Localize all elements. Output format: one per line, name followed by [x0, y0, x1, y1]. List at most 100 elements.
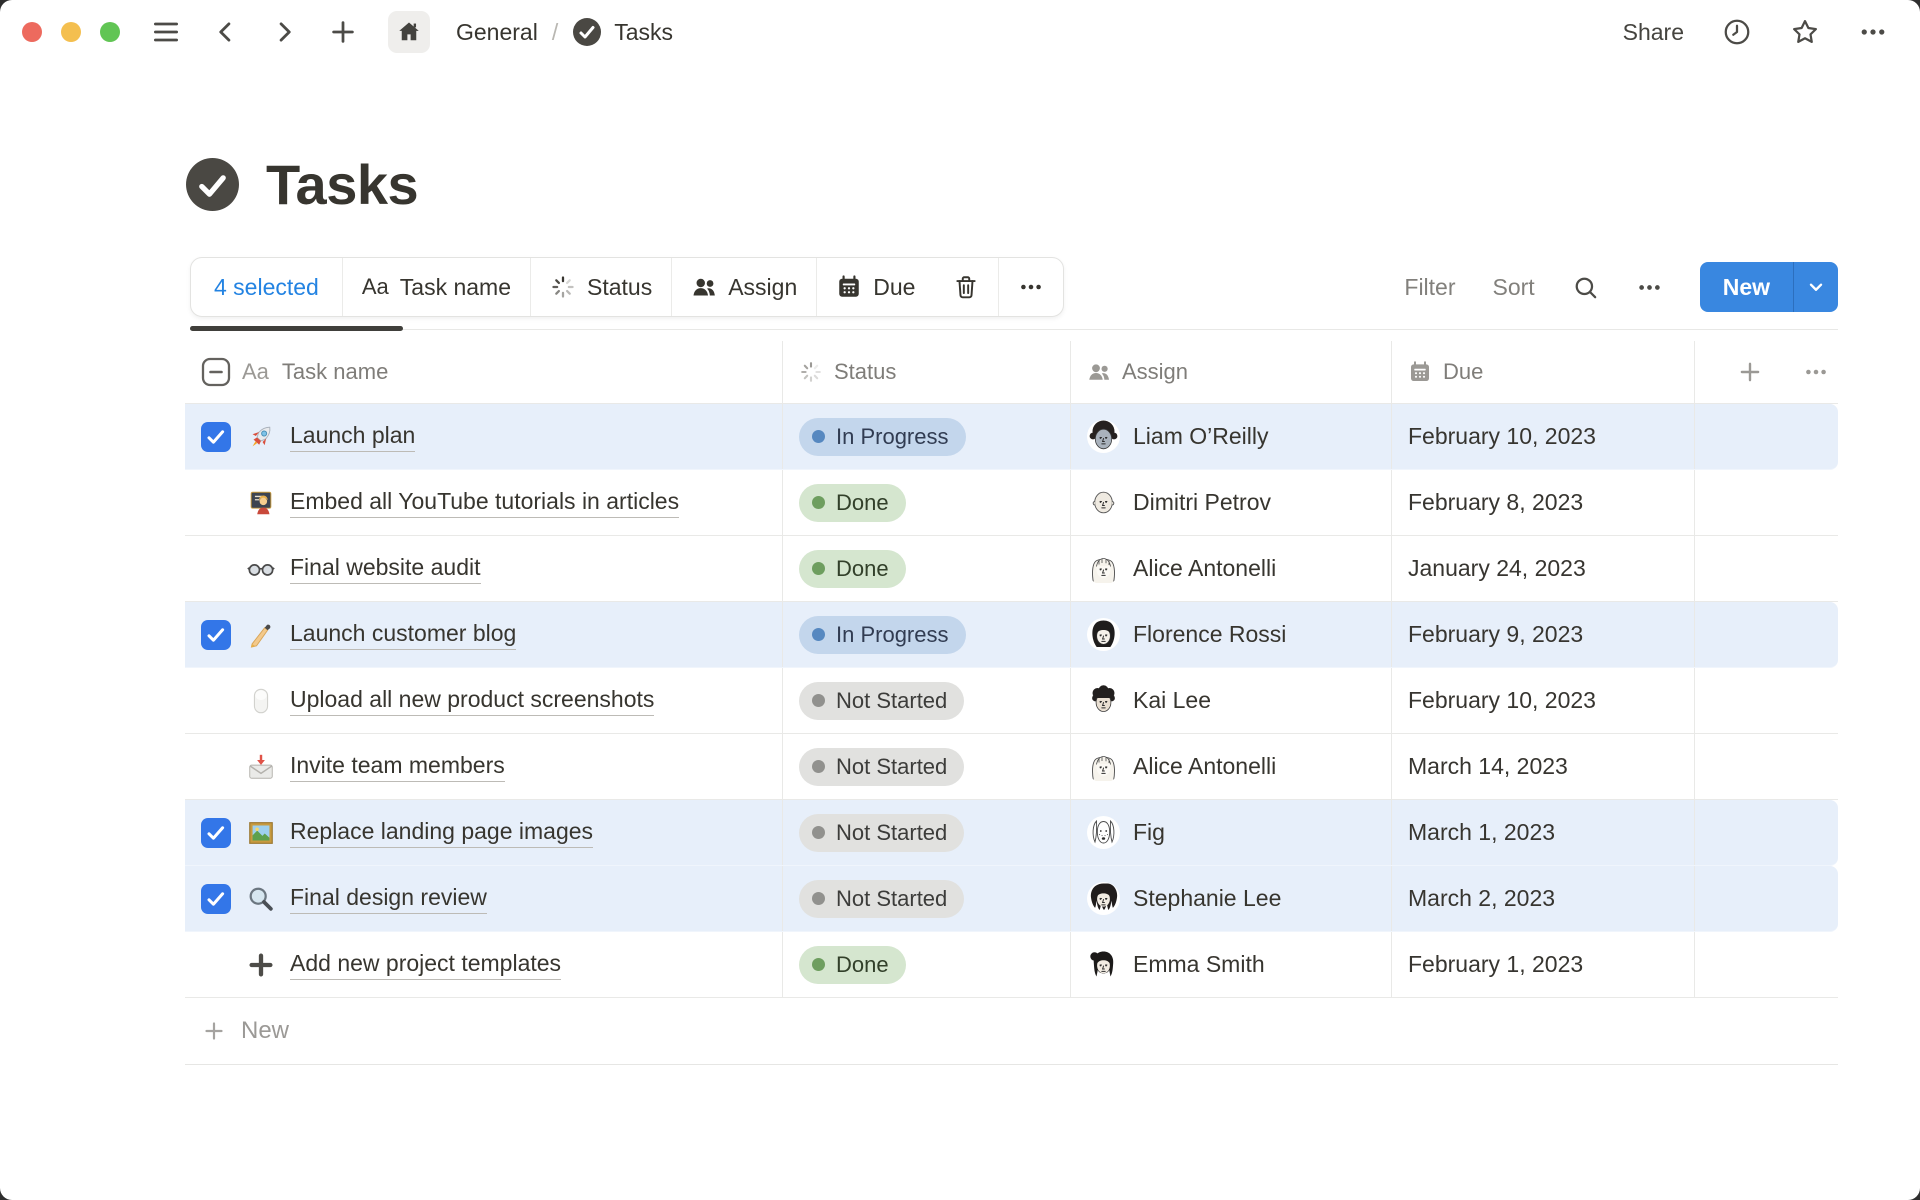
table-row[interactable]: Final website audit Done Alice AntonelliJa… [185, 536, 1838, 602]
table-row[interactable]: Upload all new product screenshots Not St… [185, 668, 1838, 734]
status-badge[interactable]: Not Started [799, 880, 964, 918]
toolbar-field-due[interactable]: Due [817, 258, 934, 316]
chevron-down-icon[interactable] [1793, 262, 1838, 312]
forward-icon[interactable] [270, 18, 298, 46]
row-checkbox[interactable] [201, 818, 231, 848]
column-header-due[interactable]: Due [1392, 341, 1695, 403]
clock-icon[interactable] [1722, 17, 1752, 47]
search-icon[interactable] [1572, 274, 1599, 301]
new-button[interactable]: New [1700, 262, 1838, 312]
close-window-button[interactable] [22, 22, 42, 42]
breadcrumb-root[interactable]: General [456, 19, 538, 46]
status-cell[interactable]: Done [783, 932, 1071, 997]
status-cell[interactable]: Done [783, 536, 1071, 601]
column-header-status[interactable]: Status [783, 341, 1071, 403]
due-cell[interactable]: February 9, 2023 [1392, 602, 1695, 667]
task-name-cell[interactable]: Replace landing page images [185, 800, 783, 865]
row-checkbox[interactable] [201, 884, 231, 914]
task-name-cell[interactable]: Upload all new product screenshots [185, 668, 783, 733]
due-cell[interactable]: February 10, 2023 [1392, 404, 1695, 469]
view-more-icon[interactable] [1636, 274, 1663, 301]
assign-cell[interactable]: Florence Rossi [1071, 602, 1392, 667]
task-name-link[interactable]: Final website audit [290, 554, 481, 584]
status-badge[interactable]: In Progress [799, 418, 966, 456]
row-checkbox[interactable] [201, 554, 231, 584]
task-name-cell[interactable]: Add new project templates [185, 932, 783, 997]
toolbar-more-button[interactable] [999, 258, 1063, 316]
due-cell[interactable]: March 14, 2023 [1392, 734, 1695, 799]
due-cell[interactable]: February 8, 2023 [1392, 470, 1695, 535]
task-name-cell[interactable]: Launch customer blog [185, 602, 783, 667]
status-cell[interactable]: Not Started [783, 734, 1071, 799]
home-icon[interactable] [388, 11, 430, 53]
table-row[interactable]: Embed all YouTube tutorials in articles D… [185, 470, 1838, 536]
status-cell[interactable]: In Progress [783, 404, 1071, 469]
select-all-checkbox[interactable] [201, 357, 231, 387]
status-badge[interactable]: Not Started [799, 748, 964, 786]
task-name-link[interactable]: Invite team members [290, 752, 505, 782]
status-badge[interactable]: Done [799, 484, 906, 522]
status-cell[interactable]: Not Started [783, 800, 1071, 865]
assign-cell[interactable]: Stephanie Lee [1071, 866, 1392, 931]
delete-button[interactable] [934, 258, 999, 316]
row-checkbox[interactable] [201, 620, 231, 650]
row-checkbox[interactable] [201, 950, 231, 980]
due-cell[interactable]: February 10, 2023 [1392, 668, 1695, 733]
toolbar-field-status[interactable]: Status [531, 258, 672, 316]
task-name-link[interactable]: Add new project templates [290, 950, 561, 980]
status-badge[interactable]: Not Started [799, 682, 964, 720]
status-badge[interactable]: Done [799, 550, 906, 588]
task-name-cell[interactable]: Final design review [185, 866, 783, 931]
table-row[interactable]: Invite team membersNot StartedAlice Anto… [185, 734, 1838, 800]
task-name-link[interactable]: Launch customer blog [290, 620, 516, 650]
table-more-icon[interactable] [1803, 359, 1829, 385]
column-header-assign[interactable]: Assign [1071, 341, 1392, 403]
minimize-window-button[interactable] [61, 22, 81, 42]
task-name-cell[interactable]: Final website audit [185, 536, 783, 601]
row-checkbox[interactable] [201, 752, 231, 782]
assign-cell[interactable]: Emma Smith [1071, 932, 1392, 997]
assign-cell[interactable]: Fig [1071, 800, 1392, 865]
active-view-indicator[interactable] [190, 326, 403, 331]
selected-count-button[interactable]: 4 selected [191, 258, 343, 316]
status-cell[interactable]: In Progress [783, 602, 1071, 667]
task-name-cell[interactable]: Embed all YouTube tutorials in articles [185, 470, 783, 535]
status-badge[interactable]: Done [799, 946, 906, 984]
toolbar-field-task-name[interactable]: AaTask name [343, 258, 531, 316]
row-checkbox[interactable] [201, 686, 231, 716]
table-row[interactable]: Replace landing page images Not Started Fi… [185, 800, 1838, 866]
hamburger-icon[interactable] [150, 16, 182, 48]
assign-cell[interactable]: Dimitri Petrov [1071, 470, 1392, 535]
page-check-circle-icon[interactable] [185, 157, 240, 212]
due-cell[interactable]: February 1, 2023 [1392, 932, 1695, 997]
more-icon[interactable] [1858, 17, 1888, 47]
due-cell[interactable]: March 2, 2023 [1392, 866, 1695, 931]
assign-cell[interactable]: Alice Antonelli [1071, 536, 1392, 601]
column-header-task-name[interactable]: Aa Task name [185, 341, 783, 403]
breadcrumb-page[interactable]: Tasks [614, 19, 673, 46]
assign-cell[interactable]: Liam O’Reilly [1071, 404, 1392, 469]
task-name-link[interactable]: Upload all new product screenshots [290, 686, 654, 716]
status-cell[interactable]: Not Started [783, 668, 1071, 733]
filter-button[interactable]: Filter [1404, 274, 1455, 301]
task-name-link[interactable]: Launch plan [290, 422, 415, 452]
status-badge[interactable]: In Progress [799, 616, 966, 654]
due-cell[interactable]: March 1, 2023 [1392, 800, 1695, 865]
status-cell[interactable]: Done [783, 470, 1071, 535]
share-button[interactable]: Share [1623, 19, 1684, 46]
due-cell[interactable]: January 24, 2023 [1392, 536, 1695, 601]
toolbar-field-assign[interactable]: Assign [672, 258, 817, 316]
task-name-link[interactable]: Replace landing page images [290, 818, 593, 848]
star-icon[interactable] [1790, 17, 1820, 47]
task-name-link[interactable]: Embed all YouTube tutorials in articles [290, 488, 679, 518]
task-name-cell[interactable]: Invite team members [185, 734, 783, 799]
new-tab-icon[interactable] [328, 17, 358, 47]
task-name-cell[interactable]: Launch plan [185, 404, 783, 469]
row-checkbox[interactable] [201, 422, 231, 452]
new-button-label[interactable]: New [1700, 262, 1793, 312]
table-row[interactable]: Launch plan In Progress Liam O’ReillyFebru… [185, 404, 1838, 470]
assign-cell[interactable]: Kai Lee [1071, 668, 1392, 733]
add-column-icon[interactable] [1737, 359, 1763, 385]
status-badge[interactable]: Not Started [799, 814, 964, 852]
new-row-button[interactable]: New [185, 998, 1838, 1065]
